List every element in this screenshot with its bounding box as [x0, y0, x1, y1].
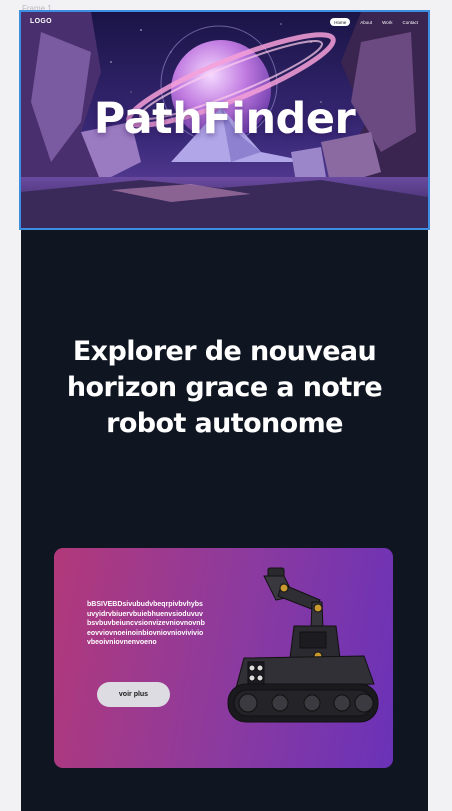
headline-line-1: Explorer de nouveau [72, 336, 377, 367]
hero-title: PathFinder [93, 94, 356, 144]
page-frame: LOGO Home About Work Contact PathFinder … [19, 10, 430, 811]
logo[interactable]: LOGO [30, 18, 52, 25]
nav-link-contact[interactable]: Contact [402, 20, 418, 25]
hero-banner: LOGO Home About Work Contact PathFinder [19, 10, 430, 230]
headline: Explorer de nouveau horizon grace a notr… [41, 334, 408, 442]
nav-link-home[interactable]: Home [330, 18, 351, 26]
nav-link-work[interactable]: Work [382, 20, 392, 25]
headline-line-3: robot autonome [106, 408, 343, 439]
nav-links: Home About Work Contact [330, 18, 418, 26]
headline-line-2: horizon grace a notre [66, 372, 383, 403]
card-description: bBSIVEBDsivubudvbeqrpivbvhybsuvyidrvbiue… [87, 601, 205, 647]
nav-link-about[interactable]: About [360, 20, 372, 25]
robot-image [227, 567, 379, 723]
top-navigation: LOGO Home About Work Contact [21, 12, 428, 34]
feature-card: bBSIVEBDsivubudvbeqrpivbvhybsuvyidrvbiue… [54, 548, 393, 768]
see-more-button[interactable]: voir plus [97, 682, 170, 707]
